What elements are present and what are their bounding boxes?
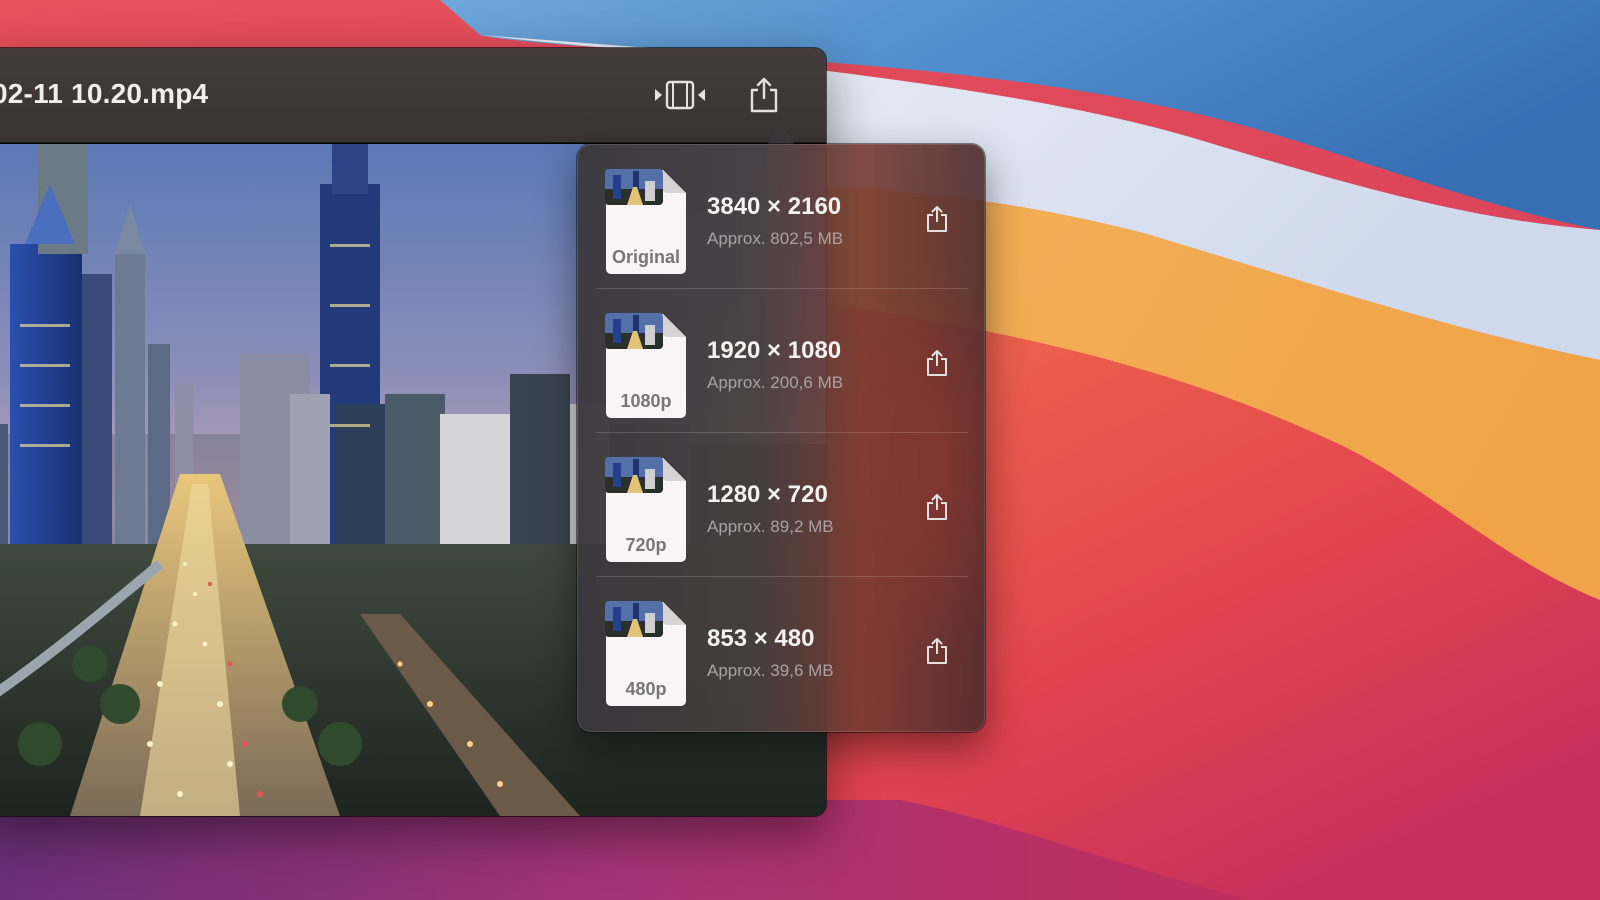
option-resolution: 853 × 480: [707, 625, 815, 652]
option-file-size: Approx. 39,6 MB: [707, 661, 834, 680]
share-icon: [750, 77, 778, 113]
share-option-480p[interactable]: 480p 853 × 480 Approx. 39,6 MB: [596, 577, 968, 721]
option-resolution: 1920 × 1080: [707, 337, 842, 364]
file-icon-label: Original: [611, 247, 680, 267]
share-option-1080p[interactable]: 1080p 1920 × 1080 Approx. 200,6 MB: [596, 289, 968, 433]
share-popover: Original 3840 × 2160 Approx. 802,5 MB 10…: [577, 144, 985, 732]
video-file-icon: 480p: [605, 601, 687, 707]
share-option-original[interactable]: Original 3840 × 2160 Approx. 802,5 MB: [596, 145, 968, 289]
file-icon-label: 480p: [625, 679, 667, 699]
share-icon: [927, 638, 947, 664]
share-option-720p[interactable]: 720p 1280 × 720 Approx. 89,2 MB: [596, 433, 968, 577]
option-file-size: Approx. 802,5 MB: [707, 229, 844, 248]
video-file-icon: 1080p: [605, 313, 687, 419]
video-file-icon: Original: [605, 169, 687, 275]
share-icon: [927, 350, 947, 376]
option-file-size: Approx. 200,6 MB: [707, 373, 844, 392]
trim-icon: [655, 80, 705, 110]
share-icon: [927, 494, 947, 520]
option-share-button[interactable]: [921, 201, 953, 237]
video-file-icon: 720p: [605, 457, 687, 563]
trim-button[interactable]: [654, 72, 706, 118]
share-button[interactable]: [738, 72, 790, 118]
option-share-button[interactable]: [921, 633, 953, 669]
window-titlebar: 02-11 10.20.mp4: [0, 48, 826, 143]
share-icon: [927, 206, 947, 232]
option-resolution: 3840 × 2160: [707, 193, 842, 220]
option-resolution: 1280 × 720: [707, 481, 828, 508]
option-share-button[interactable]: [921, 345, 953, 381]
option-share-button[interactable]: [921, 489, 953, 525]
file-icon-label: 1080p: [620, 391, 672, 411]
file-icon-label: 720p: [625, 535, 667, 555]
option-file-size: Approx. 89,2 MB: [707, 517, 834, 536]
window-title: 02-11 10.20.mp4: [0, 78, 209, 109]
popover-arrow: [767, 124, 795, 145]
